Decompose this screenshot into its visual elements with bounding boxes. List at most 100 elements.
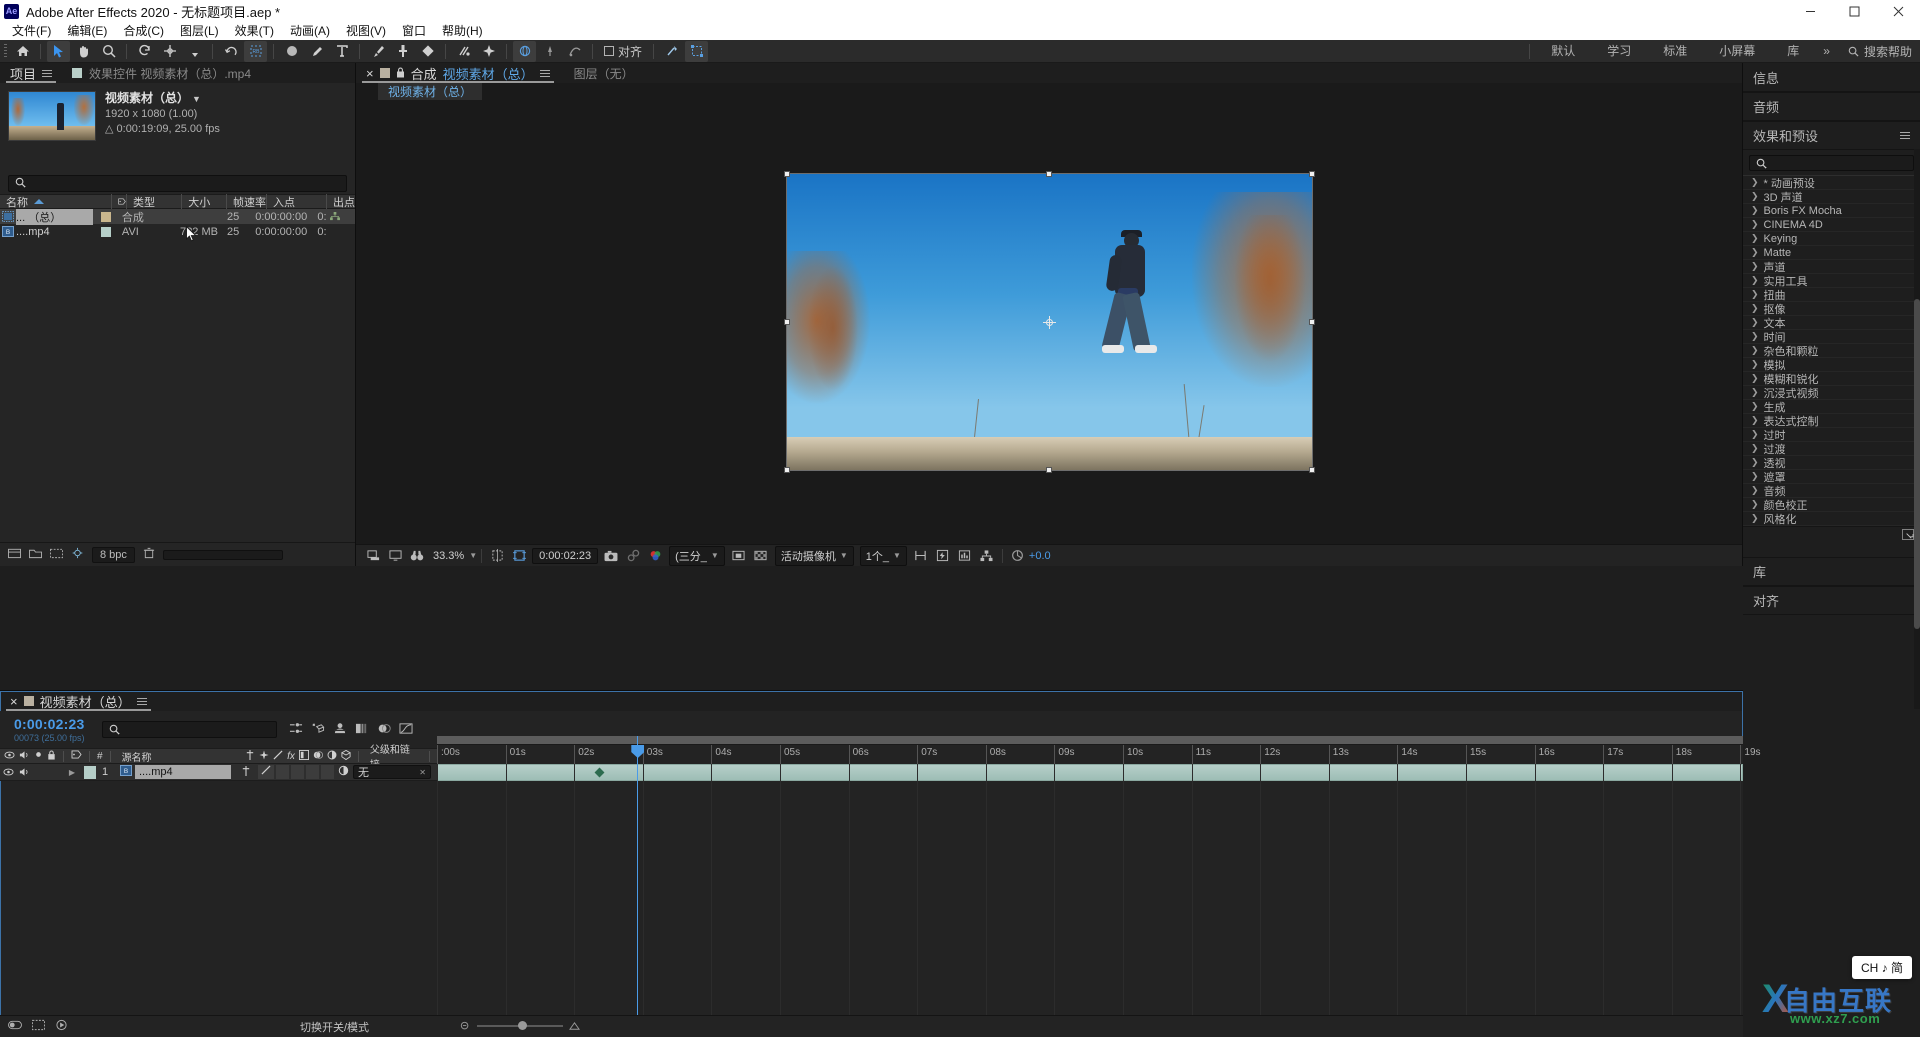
chevron-right-icon[interactable]: ❯	[1751, 373, 1759, 384]
column-name[interactable]: 名称	[0, 194, 111, 209]
chevron-right-icon[interactable]: ❯	[1751, 513, 1759, 524]
chevron-right-icon[interactable]: ❯	[1751, 443, 1759, 454]
effects-search-input[interactable]	[1749, 155, 1914, 171]
project-thumbnail[interactable]	[8, 91, 96, 141]
lock-icon[interactable]	[47, 750, 56, 763]
new-composition-icon[interactable]	[50, 547, 63, 562]
chevron-down-icon[interactable]: ▼	[469, 551, 477, 560]
menu-effect[interactable]: 效果(T)	[227, 22, 282, 40]
project-search-input[interactable]	[8, 175, 347, 192]
timeline-toggle-switches-icon[interactable]	[8, 1019, 22, 1034]
chevron-right-icon[interactable]: ❯	[1751, 191, 1759, 202]
chevron-right-icon[interactable]: ❯	[1751, 247, 1759, 258]
timeline-search-input[interactable]	[102, 721, 277, 738]
layer-switch-slot[interactable]	[321, 765, 334, 779]
frame-blending-icon[interactable]	[355, 722, 369, 738]
panel-effects-and-presets[interactable]: 效果和预设	[1743, 121, 1920, 150]
layer-source-name[interactable]: ....mp4	[135, 765, 231, 779]
help-search-input[interactable]: 搜索帮助	[1838, 40, 1920, 63]
bit-depth-button[interactable]: 8 bpc	[92, 546, 135, 563]
clone-stamp-tool-icon[interactable]	[391, 41, 414, 62]
show-snapshot-icon[interactable]	[622, 546, 644, 566]
layer-switch-slot[interactable]	[276, 765, 289, 779]
draft-3d-icon[interactable]	[311, 722, 325, 738]
column-size[interactable]: 大小	[181, 194, 226, 209]
close-button[interactable]	[1876, 0, 1920, 22]
row-label-color[interactable]	[93, 226, 122, 237]
eraser-tool-icon[interactable]	[416, 41, 439, 62]
effect-category-row[interactable]: ❯ Keying	[1743, 232, 1920, 246]
toolbar-grip[interactable]	[0, 40, 10, 63]
effect-category-row[interactable]: ❯ CINEMA 4D	[1743, 218, 1920, 232]
snapping-icon[interactable]	[660, 41, 683, 62]
layer-label-color[interactable]	[84, 765, 96, 779]
chevron-right-icon[interactable]: ❯	[1751, 233, 1759, 244]
resize-handle[interactable]	[783, 467, 790, 473]
layer-switch-slot[interactable]	[306, 765, 319, 779]
panel-info[interactable]: 信息	[1743, 63, 1920, 92]
resize-handle[interactable]	[1046, 467, 1052, 473]
panel-menu-icon[interactable]	[136, 696, 147, 707]
chevron-right-icon[interactable]: ❯	[1751, 205, 1759, 216]
workspace-default[interactable]: 默认	[1535, 40, 1591, 63]
chevron-right-icon[interactable]: ❯	[1751, 387, 1759, 398]
roto-brush2-tool-icon[interactable]	[452, 41, 475, 62]
fast-previews-icon[interactable]	[932, 546, 954, 566]
brush-tool-icon[interactable]	[366, 41, 389, 62]
frame-blend-switch-icon[interactable]	[298, 749, 309, 763]
chevron-right-icon[interactable]: ❯	[1751, 457, 1759, 468]
video-visibility-icon[interactable]	[4, 750, 15, 763]
rotation-tool-icon[interactable]	[133, 41, 156, 62]
current-time-display[interactable]: 0:00:02:23	[532, 547, 599, 564]
zoom-level-value[interactable]: 33.3%	[428, 550, 469, 562]
solo-icon[interactable]	[34, 750, 43, 762]
panel-menu-icon[interactable]	[539, 68, 550, 79]
layer-audio-toggle[interactable]	[16, 767, 32, 777]
channel-rgb-icon[interactable]	[644, 546, 666, 566]
layer-parent-dropdown[interactable]: 无 ✕	[353, 765, 431, 779]
new-folder-icon[interactable]	[29, 547, 42, 562]
roto-brush-tool-icon[interactable]: RB	[244, 40, 267, 62]
lock-icon[interactable]	[396, 66, 405, 81]
shy-switch-icon[interactable]	[245, 749, 255, 763]
zoom-track[interactable]	[477, 1021, 563, 1030]
tab-project[interactable]: 项目	[0, 63, 62, 83]
close-icon[interactable]: ×	[366, 66, 374, 81]
timeline-layer-row[interactable]: ▶ 1 B ....mp4 无 ✕	[0, 764, 437, 781]
switches-modes-label[interactable]: 切换开关/模式	[300, 1019, 369, 1035]
menu-animation[interactable]: 动画(A)	[282, 22, 338, 40]
timeline-render-icon[interactable]	[55, 1019, 68, 1034]
resolution-dropdown[interactable]: (三分_ ▼	[669, 545, 725, 566]
chevron-right-icon[interactable]: ❯	[1751, 471, 1759, 482]
chevron-right-icon[interactable]: ❯	[1751, 303, 1759, 314]
chevron-right-icon[interactable]: ❯	[1751, 331, 1759, 342]
chevron-right-icon[interactable]: ❯	[1751, 359, 1759, 370]
workspace-library[interactable]: 库	[1771, 40, 1815, 63]
tab-timeline-comp[interactable]: × 视频素材（总）	[0, 691, 157, 711]
label-tag-icon[interactable]	[71, 750, 82, 762]
camera-view-dropdown[interactable]: 活动摄像机 ▼	[774, 545, 854, 566]
effects-scrollbar[interactable]	[1914, 149, 1920, 709]
new-folder-small-icon[interactable]	[1902, 528, 1914, 543]
menu-layer[interactable]: 图层(L)	[172, 22, 227, 40]
anchor-point-icon[interactable]	[1043, 316, 1056, 329]
panel-align[interactable]: 对齐	[1743, 586, 1920, 615]
layer-quality-switch[interactable]	[258, 765, 274, 779]
camera-dolly-tool-icon[interactable]	[563, 41, 586, 62]
close-icon[interactable]: ×	[10, 694, 18, 709]
view-count-dropdown[interactable]: 1个_ ▼	[859, 545, 907, 566]
chevron-right-icon[interactable]: ❯	[1751, 275, 1759, 286]
panel-audio[interactable]: 音频	[1743, 92, 1920, 121]
undo-arrow-icon[interactable]	[219, 41, 242, 62]
always-preview-icon[interactable]	[362, 546, 384, 566]
composition-mini-flowchart-icon[interactable]	[289, 722, 303, 738]
breadcrumb-item[interactable]: 视频素材（总）	[378, 82, 483, 101]
puppet-pin-tool-icon[interactable]	[183, 41, 206, 62]
transform-box-icon[interactable]	[685, 40, 709, 62]
menu-edit[interactable]: 编辑(E)	[59, 22, 115, 40]
layer-shy-switch[interactable]	[241, 765, 251, 779]
column-out[interactable]: 出点	[326, 194, 355, 209]
minimize-button[interactable]	[1788, 0, 1832, 22]
hand-tool-icon[interactable]	[72, 41, 95, 62]
3d-layer-switch-icon[interactable]	[340, 749, 351, 763]
